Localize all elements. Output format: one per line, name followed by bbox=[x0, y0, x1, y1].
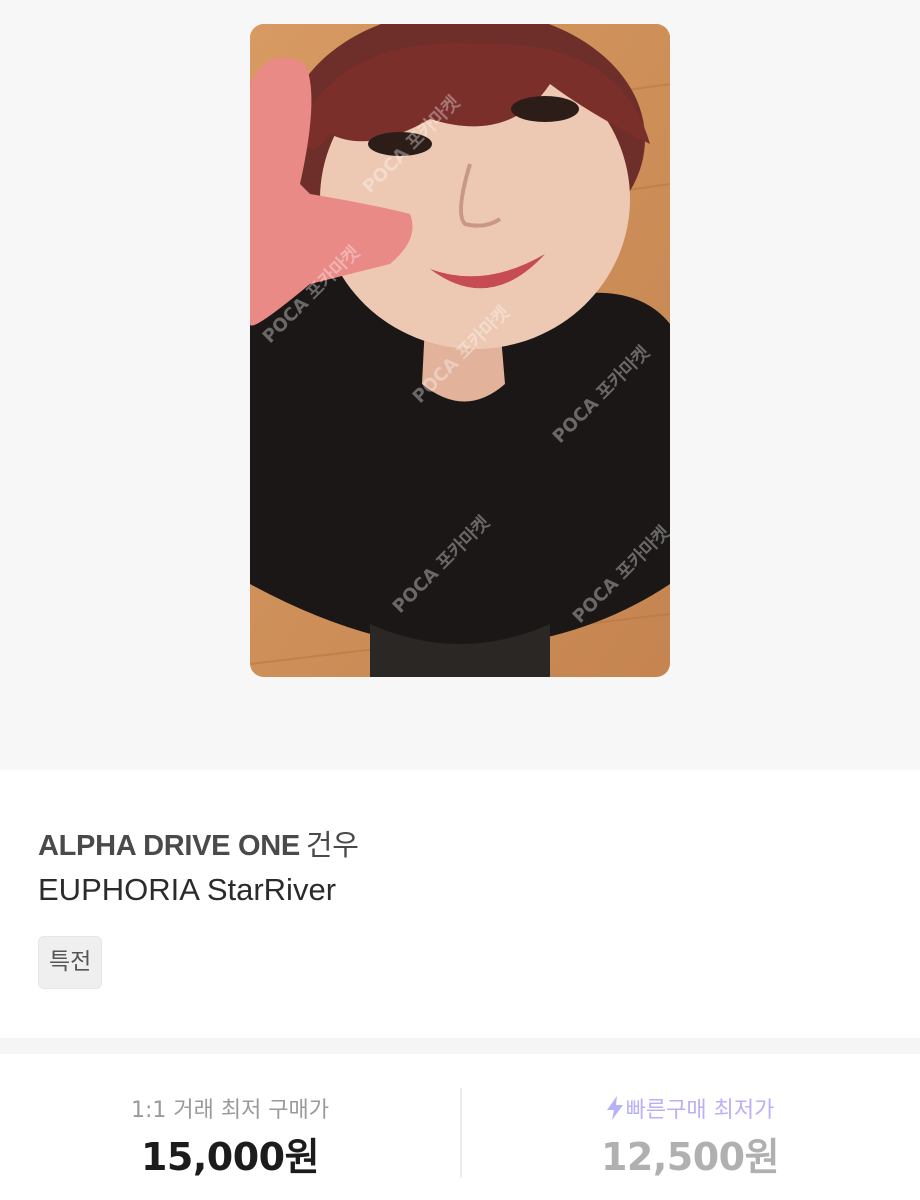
member-name: 건우 bbox=[305, 828, 359, 862]
lightning-bolt-icon bbox=[606, 1096, 623, 1120]
album-name: EUPHORIA StarRiver bbox=[38, 872, 337, 907]
product-title: ALPHA DRIVE ONE 건우 bbox=[38, 822, 359, 864]
quick-buy-value: 12,500원 bbox=[600, 1135, 780, 1179]
quick-buy-label: 빠른구매 최저가 bbox=[625, 1098, 775, 1123]
quick-buy-label-row: 빠른구매 최저가 bbox=[460, 1092, 920, 1124]
price-bar: 1:1 거래 최저 구매가 15,000원 빠른구매 최저가 12,500원 bbox=[0, 1054, 920, 1200]
product-info: ALPHA DRIVE ONE 건우 EUPHORIA StarRiver 특전 bbox=[0, 770, 920, 1038]
quick-buy-price[interactable]: 빠른구매 최저가 12,500원 bbox=[460, 1054, 920, 1200]
one-to-one-price[interactable]: 1:1 거래 최저 구매가 15,000원 bbox=[0, 1054, 460, 1200]
one-to-one-label: 1:1 거래 최저 구매가 bbox=[130, 1098, 330, 1123]
product-image-area: POCA 포카마켓 POCA 포카마켓 POCA 포카마켓 POCA 포카마켓 … bbox=[0, 0, 920, 770]
one-to-one-value: 15,000원 bbox=[140, 1135, 320, 1179]
photocard-illustration: POCA 포카마켓 POCA 포카마켓 POCA 포카마켓 POCA 포카마켓 … bbox=[250, 24, 670, 677]
category-tag: 특전 bbox=[38, 936, 103, 989]
photocard-image[interactable]: POCA 포카마켓 POCA 포카마켓 POCA 포카마켓 POCA 포카마켓 … bbox=[250, 24, 670, 677]
section-divider bbox=[0, 1038, 920, 1054]
group-name: ALPHA DRIVE ONE bbox=[38, 830, 300, 862]
